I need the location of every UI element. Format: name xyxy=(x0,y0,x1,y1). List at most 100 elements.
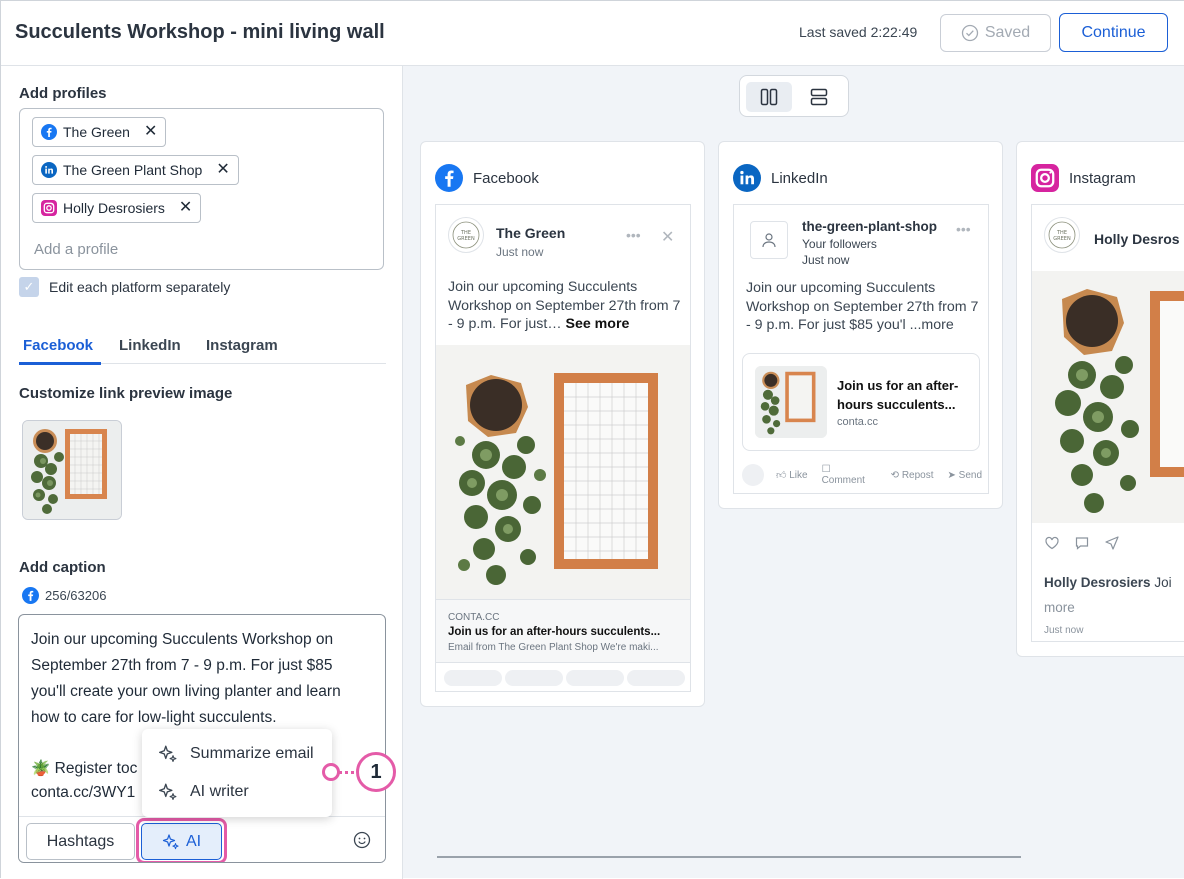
remove-profile-icon[interactable]: ✕ xyxy=(216,162,229,178)
ai-menu-item-summarize-email[interactable]: Summarize email xyxy=(158,744,314,764)
edit-separately-checkbox[interactable]: ✓ xyxy=(19,277,39,297)
comment-action[interactable] xyxy=(505,670,563,686)
post-image xyxy=(436,345,690,599)
linkedin-preview-card: LinkedIn the-green-plant-shop Your follo… xyxy=(718,141,1003,509)
add-profiles-label: Add profiles xyxy=(19,85,107,102)
link-thumbnail xyxy=(755,366,827,438)
succulents-image xyxy=(1032,271,1184,523)
comment-action[interactable]: ☐ Comment xyxy=(822,464,877,486)
check-circle-icon xyxy=(961,24,978,42)
stacked-view-button[interactable] xyxy=(796,82,842,112)
add-caption-label: Add caption xyxy=(19,559,106,576)
profile-chip-label: The Green Plant Shop xyxy=(63,162,203,178)
side-by-side-view-button[interactable] xyxy=(746,82,792,112)
add-profile-input[interactable]: Add a profile xyxy=(34,241,118,258)
page-name: The Green xyxy=(496,225,566,241)
callout-dot xyxy=(322,763,340,781)
link-domain: CONTA.CC xyxy=(448,612,500,623)
linkedin-icon xyxy=(733,164,761,192)
profiles-field[interactable]: The Green ✕ The Green Plant Shop ✕ Holly… xyxy=(19,108,384,270)
link-preview[interactable]: CONTA.CC Join us for an after-hours succ… xyxy=(436,599,690,663)
network-name: Instagram xyxy=(1069,169,1136,187)
profile-chip-instagram: Holly Desrosiers ✕ xyxy=(32,193,202,223)
facebook-icon xyxy=(435,164,463,192)
avatar-small xyxy=(742,464,764,486)
facebook-post-preview: THE GREEN The Green Just now ••• ✕ Join o… xyxy=(435,204,691,692)
columns-icon xyxy=(760,88,778,106)
page-name: Holly Desros xyxy=(1094,231,1180,247)
caption-register-text: Register toc xyxy=(54,760,138,777)
post-author: The Green Just now xyxy=(496,225,565,259)
remove-profile-icon[interactable]: ✕ xyxy=(144,124,157,140)
profile-chip-label: Holly Desrosiers xyxy=(63,200,165,216)
person-icon xyxy=(762,233,776,248)
link-preview[interactable]: Join us for an after-hours succulents...… xyxy=(742,353,980,451)
card-header: Instagram xyxy=(1031,164,1136,192)
linkedin-icon xyxy=(41,162,57,178)
more-options-icon[interactable]: ••• xyxy=(956,221,971,237)
saved-button[interactable]: Saved xyxy=(940,14,1051,52)
post-actions xyxy=(436,665,690,691)
link-title: Join us for an after-hours succulents... xyxy=(448,626,661,638)
post-time: Just now xyxy=(1044,625,1084,636)
ai-menu: Summarize email AI writer xyxy=(142,729,332,817)
close-icon[interactable]: ✕ xyxy=(661,227,674,247)
succulents-image xyxy=(436,345,690,599)
post-caption: Holly Desrosiers Joi xyxy=(1044,575,1172,590)
rows-icon xyxy=(810,88,828,106)
header: Succulents Workshop - mini living wall L… xyxy=(1,1,1184,66)
tab-instagram[interactable]: Instagram xyxy=(206,337,278,354)
character-count: 256/63206 xyxy=(45,588,107,603)
svg-text:GREEN: GREEN xyxy=(1053,236,1071,242)
edit-separately-row[interactable]: ✓ Edit each platform separately xyxy=(19,277,230,297)
link-title: Join us for an after-hours succulents... xyxy=(837,378,959,412)
network-name: Facebook xyxy=(473,169,539,187)
like-action[interactable]: 👍︎ Like xyxy=(776,469,808,481)
link-preview-thumbnail[interactable] xyxy=(22,420,122,520)
facebook-icon xyxy=(22,587,39,604)
link-preview-label: Customize link preview image xyxy=(19,385,233,402)
profile-chip-facebook: The Green ✕ xyxy=(32,117,167,147)
ai-menu-item-ai-writer[interactable]: AI writer xyxy=(158,782,249,802)
ai-button[interactable]: AI xyxy=(141,823,222,860)
check-icon: ✓ xyxy=(23,279,35,294)
instagram-preview-card: Instagram THE GREEN Holly Desros Holly D… xyxy=(1016,141,1184,657)
profile-chip-label: The Green xyxy=(63,124,130,140)
share-action[interactable] xyxy=(566,670,624,686)
send-action[interactable] xyxy=(627,670,685,686)
preview-area: Facebook THE GREEN The Green Just now •••… xyxy=(403,66,1184,878)
hashtags-button[interactable]: Hashtags xyxy=(26,823,135,860)
post-image xyxy=(1032,271,1184,523)
repost-action[interactable]: ⟲ Repost xyxy=(891,470,934,481)
post-time: Just now xyxy=(802,253,850,267)
send-icon[interactable] xyxy=(1104,535,1120,551)
more-link[interactable]: more xyxy=(1044,600,1075,615)
the-green-logo: THEGREEN xyxy=(452,221,480,249)
see-more-link[interactable]: See more xyxy=(565,316,629,332)
more-options-icon[interactable]: ••• xyxy=(626,227,641,243)
emoji-icon[interactable] xyxy=(353,831,371,854)
active-tab-indicator xyxy=(19,362,101,365)
instagram-icon xyxy=(41,200,57,216)
avatar xyxy=(750,221,788,259)
send-action[interactable]: ➤ Send xyxy=(947,470,982,481)
tab-facebook[interactable]: Facebook xyxy=(23,337,93,354)
like-action[interactable] xyxy=(444,670,502,686)
svg-text:GREEN: GREEN xyxy=(457,236,475,242)
heart-icon[interactable] xyxy=(1044,535,1060,551)
ai-menu-item-label: Summarize email xyxy=(190,745,314,762)
continue-button[interactable]: Continue xyxy=(1059,13,1168,52)
comment-icon[interactable] xyxy=(1074,535,1090,551)
cactus-emoji: 🪴 xyxy=(31,760,51,777)
tab-linkedin[interactable]: LinkedIn xyxy=(119,337,181,354)
link-description: Email from The Green Plant Shop We're ma… xyxy=(448,642,659,653)
link-domain: conta.cc xyxy=(837,416,878,428)
view-toggle xyxy=(739,75,849,117)
caption-link-text: conta.cc/3WY1 xyxy=(31,784,136,801)
remove-profile-icon[interactable]: ✕ xyxy=(179,200,192,216)
ai-menu-item-label: AI writer xyxy=(190,783,249,800)
page-name: the-green-plant-shop xyxy=(802,219,937,234)
horizontal-scrollbar[interactable] xyxy=(437,856,1021,858)
post-author: the-green-plant-shop Your followers Just… xyxy=(802,219,937,267)
instagram-post-preview: THE GREEN Holly Desros Holly Desrosiers … xyxy=(1031,204,1184,642)
